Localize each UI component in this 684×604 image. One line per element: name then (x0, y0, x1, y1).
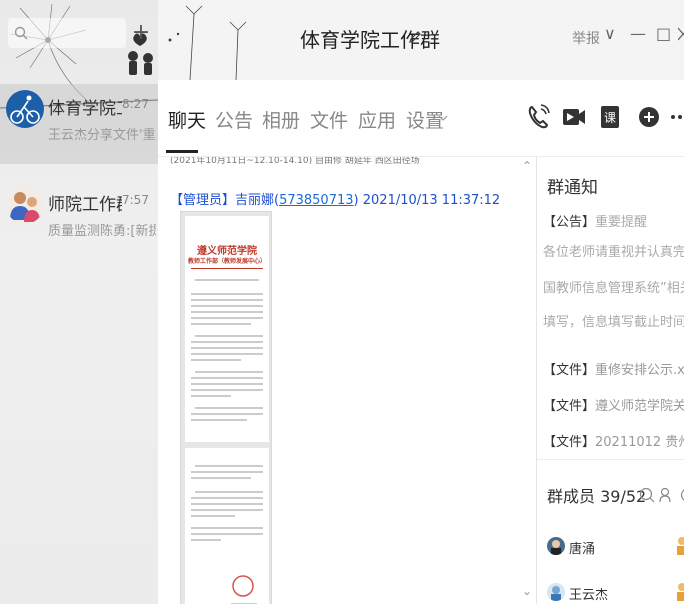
document-org-subtitle: 教师工作部（教师发展中心） (187, 258, 266, 265)
document-org-title: 遵义师范学院 (197, 246, 257, 257)
notice-tag: 【公告】 (543, 215, 596, 230)
tab-album[interactable]: 相册 (262, 106, 300, 133)
message-header: 【管理员】吉丽娜(573850713) 2021/10/13 11:37:12 (170, 189, 500, 208)
official-seal-icon (232, 575, 254, 597)
conversation-preview: 质量监测陈勇:[新提醒 (48, 224, 156, 239)
add-app-icon[interactable] (638, 104, 660, 130)
tab-files[interactable]: 文件 (310, 106, 348, 133)
video-call-icon[interactable] (562, 104, 586, 130)
add-member-icon[interactable] (659, 487, 673, 503)
conversation-sidebar: + 体育学院工作群 8:27 王云杰分享文件'重修 师院工作群 (0, 0, 158, 604)
report-button[interactable]: 举报 (572, 28, 600, 48)
member-avatar-icon (547, 537, 565, 555)
svg-text:课: 课 (604, 111, 616, 125)
notice-body-line: 各位老师请重视并认真完成“全 (543, 245, 684, 260)
conversation-name: 师院工作群 (48, 195, 122, 215)
file-name: 遵义师范学院关于组织... (595, 399, 684, 414)
conversation-item-pe-group[interactable]: 体育学院工作群 8:27 王云杰分享文件'重修 (0, 84, 158, 164)
maximize-button[interactable]: □ (656, 24, 671, 43)
member-avatar (547, 583, 565, 601)
file-item[interactable]: 【文件】20211012 贵州省卫生... (543, 431, 684, 450)
group-notice-title[interactable]: 群通知 (547, 173, 598, 198)
group-tabs: 聊天 公告 相册 文件 应用 设置 课 (158, 80, 684, 156)
file-item[interactable]: 【文件】遵义师范学院关于组织... (543, 395, 684, 414)
document-page-2 (185, 448, 269, 604)
scroll-down-arrow-icon[interactable]: ⌄ (522, 584, 532, 598)
people-avatar-icon (6, 186, 44, 224)
conversation-time: 7:57 (122, 193, 149, 207)
tab-chat[interactable]: 聊天 (168, 106, 206, 133)
conversation-preview: 王云杰分享文件'重修 (48, 128, 156, 143)
document-text-lines (191, 465, 263, 604)
member-search-icon[interactable] (639, 487, 655, 503)
chat-message-area[interactable]: (2021年10月11日~12.10-14.10) 自由修 胡延年 西区田径场1… (158, 156, 536, 604)
dropdown-button[interactable]: ∨ (604, 24, 616, 43)
member-avatar-icon (547, 583, 565, 601)
conversation-name: 体育学院工作群 (48, 99, 122, 119)
document-red-rule (191, 268, 263, 269)
group-info-panel: 群通知 【公告】重要提醒 各位老师请重视并认真完成“全 国教师信息管理系统”相关… (536, 156, 684, 604)
edit-icon[interactable] (408, 30, 422, 44)
member-avatar (547, 537, 565, 555)
file-tag: 【文件】 (543, 363, 596, 378)
phone-call-icon[interactable] (528, 104, 550, 130)
member-name: 唐涌 (569, 542, 596, 557)
avatar (6, 90, 44, 128)
member-name: 王云杰 (569, 588, 609, 603)
members-count[interactable]: 群成员 39/52 (547, 483, 646, 507)
chevron-down-icon[interactable] (438, 114, 448, 122)
notice-body-line: 国教师信息管理系统”相关信息 (543, 281, 684, 296)
notice-header[interactable]: 【公告】重要提醒 (543, 211, 647, 230)
member-avatar-icon (677, 537, 684, 555)
lesson-icon[interactable]: 课 (600, 104, 620, 130)
document-page-1: 遵义师范学院 教师工作部（教师发展中心） (185, 216, 269, 442)
conversation-time: 8:27 (122, 97, 149, 111)
panel-divider (537, 459, 684, 460)
file-item[interactable]: 【文件】重修安排公示.xlsx (543, 359, 684, 378)
tab-apps[interactable]: 应用 (358, 106, 396, 133)
message-timestamp: 2021/10/13 11:37:12 (362, 193, 501, 208)
add-button[interactable]: + (130, 18, 152, 48)
dandelion-decoration (168, 5, 247, 80)
sender-qq-link[interactable]: 573850713 (279, 193, 353, 208)
active-tab-indicator (166, 150, 198, 153)
file-name: 20211012 贵州省卫生... (595, 435, 684, 450)
search-icon (14, 26, 28, 40)
file-name: 重修安排公示.xlsx (595, 363, 684, 378)
previous-message-fragment: (2021年10月11日~12.10-14.10) 自由修 胡延年 西区田径场1… (170, 156, 420, 166)
cyclist-avatar-icon (6, 90, 44, 128)
file-tag: 【文件】 (543, 435, 596, 450)
avatar (6, 186, 44, 224)
notice-subject: 重要提醒 (595, 215, 648, 230)
minimize-button[interactable]: — (630, 24, 646, 43)
more-icon[interactable] (670, 114, 684, 120)
file-tag: 【文件】 (543, 399, 596, 414)
sender-paren: ) (353, 193, 359, 208)
sender-name[interactable]: 【管理员】吉丽娜( (170, 193, 279, 208)
conversation-item-normal-group[interactable]: 师院工作群 7:57 质量监测陈勇:[新提醒 (0, 180, 158, 260)
member-avatar-icon (677, 583, 684, 601)
member-settings-icon[interactable] (677, 487, 684, 503)
document-text-lines (191, 279, 263, 421)
close-icon[interactable] (678, 27, 684, 41)
window-titlebar: 体育学院工作群 举报 ∨ — □ (158, 0, 684, 80)
document-image-message[interactable]: 遵义师范学院 教师工作部（教师发展中心） (180, 211, 272, 604)
scroll-up-arrow-icon[interactable]: ⌃ (522, 159, 532, 173)
search-input[interactable] (8, 18, 126, 48)
notice-body-line: 填写，信息填写截止时间为10... (543, 315, 684, 330)
tab-notice[interactable]: 公告 (215, 106, 253, 133)
